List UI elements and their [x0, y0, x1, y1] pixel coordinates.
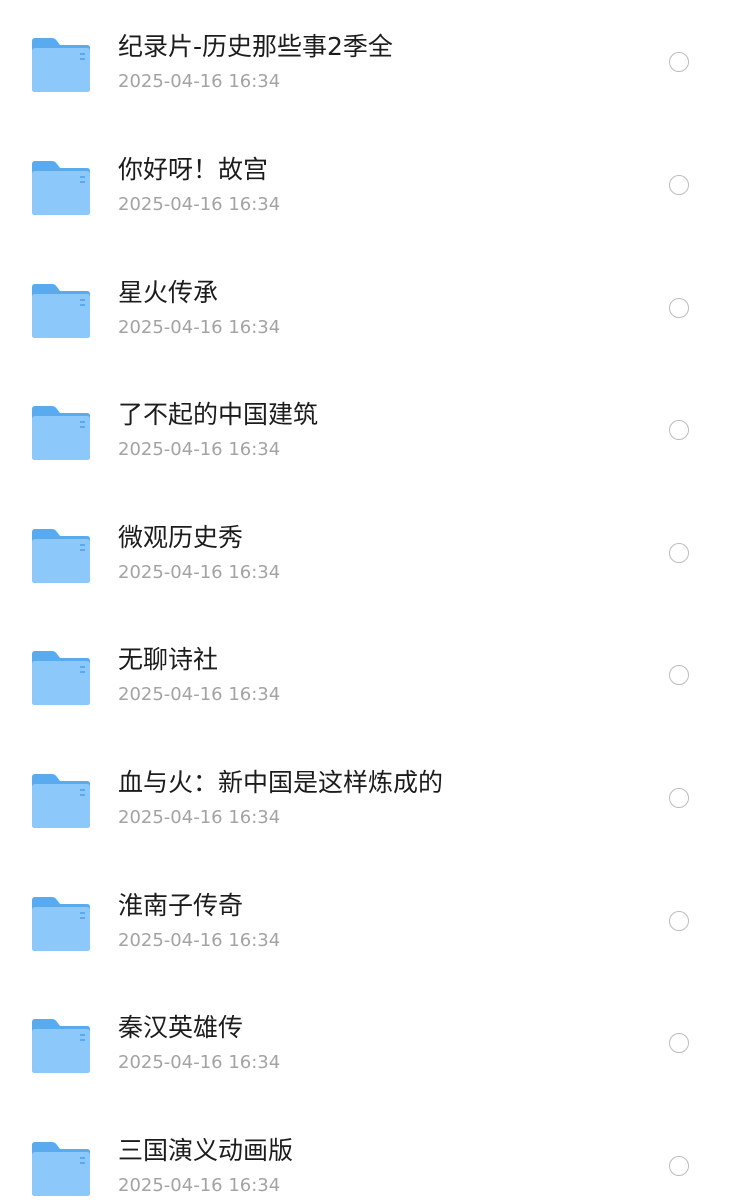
folder-icon	[32, 529, 90, 583]
list-item[interactable]: 纪录片-历史那些事2季全 2025-04-16 16:34	[0, 5, 731, 127]
select-radio[interactable]	[669, 52, 689, 72]
list-item[interactable]: 你好呀！故宫 2025-04-16 16:34	[0, 128, 731, 250]
select-radio[interactable]	[669, 175, 689, 195]
folder-icon	[32, 651, 90, 705]
file-name: 你好呀！故宫	[118, 155, 269, 184]
folder-icon	[32, 1142, 90, 1196]
file-date: 2025-04-16 16:34	[118, 684, 281, 705]
list-item[interactable]: 淮南子传奇 2025-04-16 16:34	[0, 864, 731, 986]
file-list: 纪录片-历史那些事2季全 2025-04-16 16:34 你好呀！故宫 202…	[0, 0, 731, 1200]
list-item[interactable]: 了不起的中国建筑 2025-04-16 16:34	[0, 373, 731, 495]
folder-icon	[32, 897, 90, 951]
file-date: 2025-04-16 16:34	[118, 562, 281, 583]
file-date: 2025-04-16 16:34	[118, 194, 281, 215]
file-date: 2025-04-16 16:34	[118, 930, 281, 951]
file-name: 三国演义动画版	[118, 1136, 294, 1165]
folder-icon	[32, 406, 90, 460]
folder-icon	[32, 1019, 90, 1073]
list-item[interactable]: 星火传承 2025-04-16 16:34	[0, 251, 731, 373]
list-item[interactable]: 三国演义动画版 2025-04-16 16:34	[0, 1109, 731, 1200]
file-name: 淮南子传奇	[118, 891, 244, 920]
file-name: 纪录片-历史那些事2季全	[118, 32, 393, 61]
file-date: 2025-04-16 16:34	[118, 439, 281, 460]
folder-icon	[32, 774, 90, 828]
file-name: 秦汉英雄传	[118, 1013, 244, 1042]
file-date: 2025-04-16 16:34	[118, 807, 281, 828]
file-name: 了不起的中国建筑	[118, 400, 319, 429]
file-date: 2025-04-16 16:34	[118, 71, 281, 92]
list-item[interactable]: 秦汉英雄传 2025-04-16 16:34	[0, 986, 731, 1108]
folder-icon	[32, 284, 90, 338]
select-radio[interactable]	[669, 1156, 689, 1176]
list-item[interactable]: 微观历史秀 2025-04-16 16:34	[0, 496, 731, 618]
select-radio[interactable]	[669, 298, 689, 318]
folder-icon	[32, 38, 90, 92]
list-item[interactable]: 血与火：新中国是这样炼成的 2025-04-16 16:34	[0, 741, 731, 863]
select-radio[interactable]	[669, 1033, 689, 1053]
select-radio[interactable]	[669, 911, 689, 931]
file-name: 无聊诗社	[118, 645, 219, 674]
list-item[interactable]: 无聊诗社 2025-04-16 16:34	[0, 618, 731, 740]
select-radio[interactable]	[669, 665, 689, 685]
file-name: 血与火：新中国是这样炼成的	[118, 768, 444, 797]
folder-icon	[32, 161, 90, 215]
select-radio[interactable]	[669, 543, 689, 563]
select-radio[interactable]	[669, 788, 689, 808]
file-name: 星火传承	[118, 278, 219, 307]
file-date: 2025-04-16 16:34	[118, 1052, 281, 1073]
file-date: 2025-04-16 16:34	[118, 1175, 281, 1196]
select-radio[interactable]	[669, 420, 689, 440]
file-name: 微观历史秀	[118, 523, 244, 552]
file-date: 2025-04-16 16:34	[118, 317, 281, 338]
